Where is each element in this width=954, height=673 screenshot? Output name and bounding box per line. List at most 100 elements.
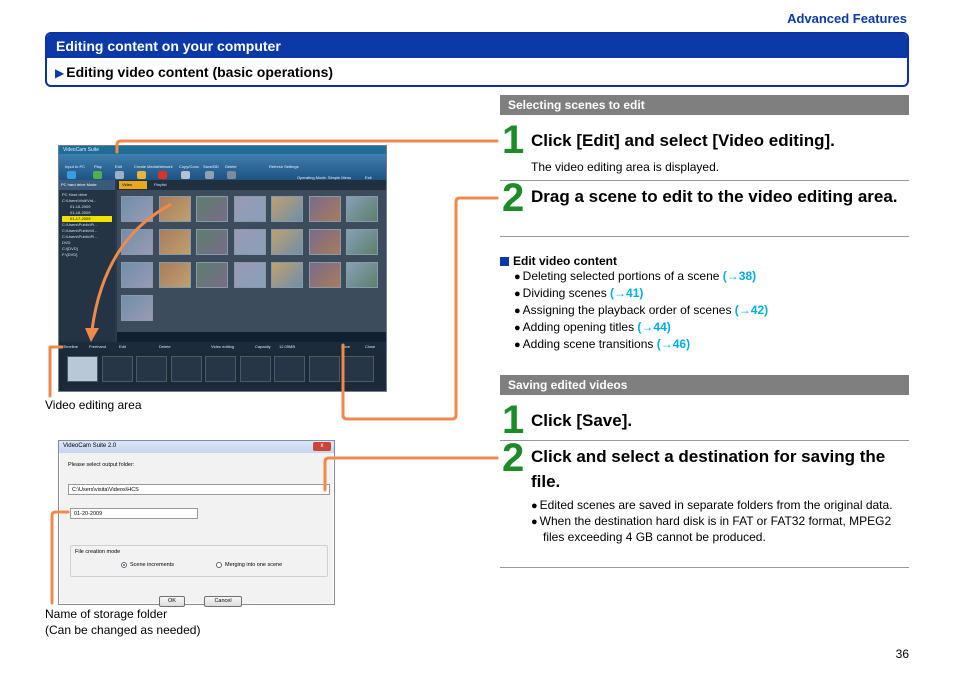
folder-name-field[interactable]: 01-20-2009 [70, 508, 198, 519]
scene-thumbnail[interactable] [196, 196, 228, 222]
list-item: ● Assigning the playback order of scenes … [514, 303, 769, 317]
timeline-slot[interactable] [239, 356, 271, 382]
step-title: Click [Edit] and select [Video editing]. [531, 131, 835, 150]
section-tag: Advanced Features [787, 11, 907, 26]
toolbar-label: Refresh Settings [269, 164, 299, 169]
file-creation-mode-group: File creation mode Scene increments Merg… [70, 545, 328, 577]
edit-bar-item[interactable]: Save [341, 344, 350, 349]
timeline-slot[interactable] [136, 356, 167, 382]
step-1-save: 1 Click [Save]. [500, 400, 909, 440]
edit-bar-item[interactable]: Timeline [63, 344, 78, 349]
scene-thumbnail[interactable] [158, 229, 191, 255]
timeline-slot[interactable] [101, 356, 133, 382]
toolbar-label: Edit [115, 164, 122, 169]
scene-thumbnail[interactable] [346, 196, 378, 222]
page-number: 36 [895, 647, 909, 661]
timeline-slot[interactable] [343, 356, 374, 382]
scene-thumbnail[interactable] [346, 229, 378, 255]
save-icon[interactable] [205, 171, 214, 179]
play-icon[interactable] [93, 171, 102, 179]
page-link[interactable]: (→41) [610, 286, 643, 300]
scene-thumbnail[interactable] [271, 229, 303, 255]
list-item: ● Dividing scenes (→41) [514, 286, 644, 300]
dialog-body: Please select output folder: C:\Users\vi… [60, 453, 333, 607]
merge-scene-radio[interactable] [216, 562, 222, 568]
scene-thumbnail[interactable] [121, 262, 153, 288]
import-icon[interactable] [67, 171, 76, 179]
caption-video-editing-area: Video editing area [45, 398, 142, 412]
divider [500, 236, 909, 237]
edit-bar-item[interactable]: Close [365, 344, 375, 349]
scene-thumbnail[interactable] [346, 262, 378, 288]
step-description: The video editing area is displayed. [531, 160, 720, 174]
tab-playlist[interactable]: Playlist [151, 181, 179, 189]
scene-thumbnail[interactable] [233, 196, 266, 222]
timeline-slot[interactable] [308, 356, 340, 382]
timeline-slot[interactable] [170, 356, 202, 382]
page-link[interactable]: (→42) [735, 303, 768, 317]
page-header: Editing content on your computer ▶ Editin… [45, 32, 909, 87]
edit-bar-item[interactable]: Delete [159, 344, 171, 349]
trash-icon[interactable] [227, 171, 236, 179]
camera-icon[interactable] [181, 171, 190, 179]
page-link[interactable]: (→46) [657, 337, 690, 351]
step-2-drag: 2 Drag a scene to edit to the video edit… [500, 178, 909, 236]
network-icon[interactable] [158, 171, 167, 179]
output-path-field[interactable]: C:\Users\visita\Videos\HCS [68, 484, 330, 495]
videocam-suite-screenshot: VideoCam Suite Input to PC Play Edit Cre… [58, 145, 387, 392]
scene-thumbnail[interactable] [233, 229, 266, 255]
step-number: 1 [502, 118, 525, 162]
scene-thumbnail[interactable] [308, 262, 341, 288]
toolbar-label: Play [94, 164, 102, 169]
page-link[interactable]: (→38) [723, 269, 756, 283]
step-title: Click [Save]. [531, 411, 633, 430]
caption-storage-folder: Name of storage folder (Can be changed a… [45, 607, 201, 637]
step-title: Click and select a destination for savin… [531, 447, 886, 491]
scene-thumbnail[interactable] [158, 262, 191, 288]
merge-scene-label: Merging into one scene [225, 562, 283, 568]
create-media-icon[interactable] [137, 171, 146, 179]
folder-tree[interactable]: PC Hard drive C:\Users\Visit\Vid... 01-1… [59, 190, 115, 260]
toolbar-label: Copy/Conv. [179, 164, 200, 169]
toolbar-label: Input to PC [65, 164, 86, 169]
page-link[interactable]: (→44) [637, 320, 670, 334]
scene-thumbnail[interactable] [308, 196, 341, 222]
toolbar-label: Save/BD [203, 164, 219, 169]
scene-thumbnail[interactable] [271, 196, 303, 222]
edit-bar-item: Capacity [255, 344, 271, 349]
list-item: ● Deleting selected portions of a scene (… [514, 269, 757, 283]
scene-increments-radio[interactable] [121, 562, 127, 568]
edit-bar-item[interactable]: Video editing [211, 344, 234, 349]
edit-bar-item[interactable]: Freehand [89, 344, 106, 349]
scene-thumbnail[interactable] [158, 196, 191, 222]
tab-video[interactable]: Video [119, 181, 147, 189]
close-button[interactable]: x [313, 442, 331, 451]
edit-content-list: Edit video content ● Deleting selected po… [500, 254, 909, 353]
step-2-destination: 2 Click and select a destination for sav… [500, 438, 909, 496]
scene-thumbnail[interactable] [121, 229, 153, 255]
video-editing-timeline[interactable] [59, 352, 386, 391]
scene-thumbnail[interactable] [271, 262, 303, 288]
scene-thumbnail[interactable] [196, 262, 228, 288]
cancel-button[interactable]: Cancel [204, 596, 242, 607]
list-item: ● Adding opening titles (→44) [514, 320, 671, 334]
scene-thumbnail[interactable] [308, 229, 341, 255]
file-creation-mode-label: File creation mode [75, 549, 121, 555]
timeline-slot[interactable] [205, 356, 236, 382]
scene-thumbnail[interactable] [196, 229, 228, 255]
toolbar-label: Create Media [134, 164, 159, 169]
section-bar-selecting: Selecting scenes to edit [500, 95, 909, 115]
scene-thumbnail[interactable] [121, 295, 153, 321]
scene-thumbnail[interactable] [121, 196, 153, 222]
subtitle-text: Editing video content (basic operations) [66, 64, 334, 80]
timeline-clip[interactable] [67, 356, 98, 382]
edit-icon[interactable] [115, 171, 124, 179]
dialog-title: VideoCam Suite 2.0 [59, 441, 334, 453]
scene-thumbnail[interactable] [233, 262, 266, 288]
output-folder-prompt: Please select output folder: [68, 462, 135, 468]
edit-content-heading: Edit video content [500, 254, 909, 268]
timeline-slot[interactable] [274, 356, 305, 382]
edit-bar: Timeline Freehand Edit Delete Video edit… [59, 342, 386, 352]
app-toolbar: Input to PC Play Edit Create Media Netwo… [59, 154, 386, 180]
edit-bar-item[interactable]: Edit [119, 344, 126, 349]
